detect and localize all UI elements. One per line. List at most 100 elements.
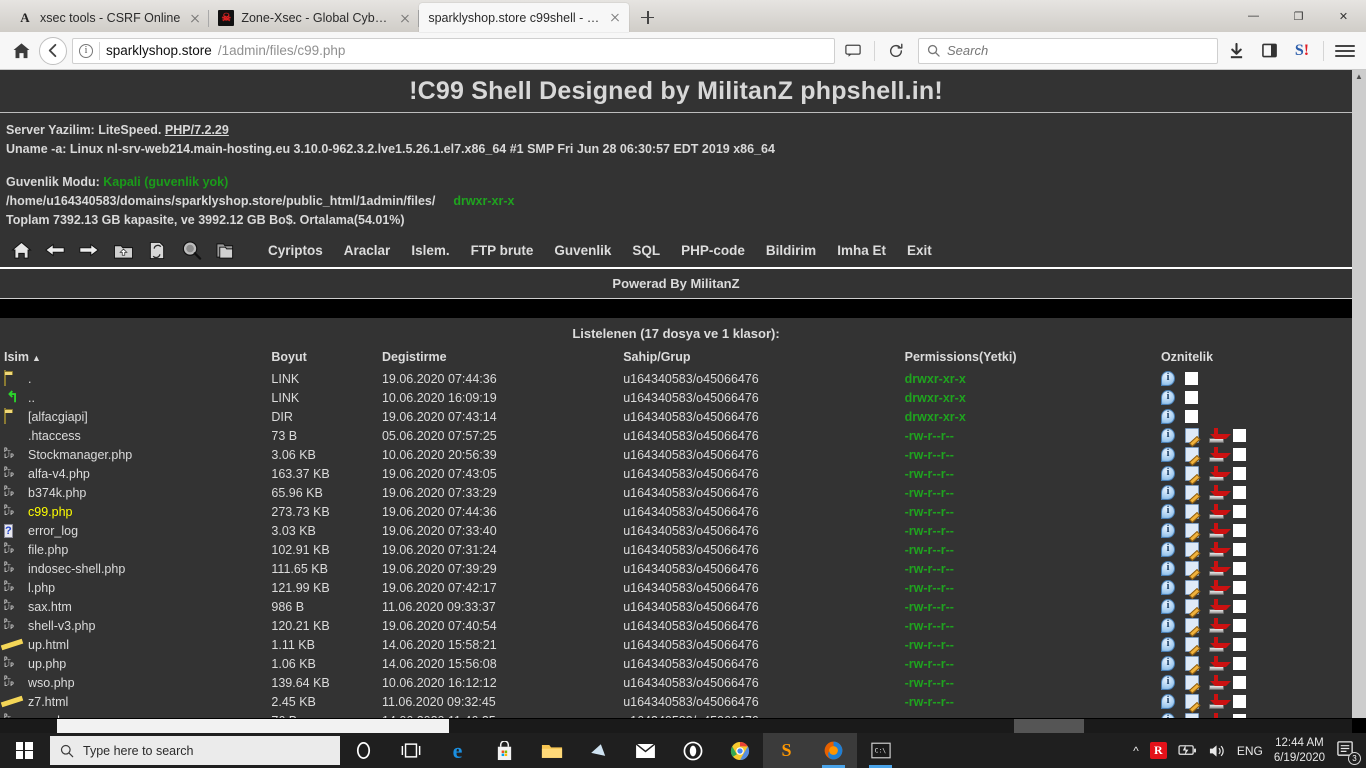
- file-name-link[interactable]: up.php: [28, 657, 66, 671]
- download-file-icon[interactable]: [1208, 561, 1232, 576]
- file-name-link[interactable]: .htaccess: [28, 429, 81, 443]
- scrollbar-thumb[interactable]: [1352, 84, 1366, 644]
- file-name-link[interactable]: c99.php: [28, 505, 72, 519]
- row-checkbox[interactable]: [1232, 581, 1246, 594]
- menu-link-ftp-brute[interactable]: FTP brute: [471, 243, 534, 258]
- browser-tab-1[interactable]: A xsec tools - CSRF Online: [8, 4, 210, 32]
- cell-permissions[interactable]: -rw-r--r--: [905, 502, 1161, 521]
- download-file-icon[interactable]: [1208, 542, 1232, 557]
- download-file-icon[interactable]: [1208, 637, 1232, 652]
- cell-permissions[interactable]: drwxr-xr-x: [905, 388, 1161, 407]
- close-icon[interactable]: [187, 10, 203, 26]
- menu-link-cyriptos[interactable]: Cyriptos: [268, 243, 323, 258]
- cell-permissions[interactable]: -rw-r--r--: [905, 559, 1161, 578]
- maximize-button[interactable]: ❐: [1276, 0, 1321, 32]
- file-name-link[interactable]: shell-v3.php: [28, 619, 95, 633]
- file-name-link[interactable]: z7.html: [28, 695, 68, 709]
- file-info-icon[interactable]: i: [1160, 485, 1175, 500]
- file-name-link[interactable]: wso.php: [28, 676, 75, 690]
- row-checkbox[interactable]: [1232, 505, 1246, 518]
- table-row[interactable]: P┬ L┘P Stockmanager.php 3.06 KB 10.06.2020 2…: [0, 445, 1352, 464]
- edit-file-icon[interactable]: [1184, 580, 1199, 595]
- table-row[interactable]: P┬ L┘P l.php 121.99 KB 19.06.2020 07:42:17 u1…: [0, 578, 1352, 597]
- start-button[interactable]: [0, 733, 48, 768]
- new-tab-button[interactable]: [633, 3, 661, 31]
- cell-permissions[interactable]: -rw-r--r--: [905, 635, 1161, 654]
- scrollbar-thumb[interactable]: [57, 719, 449, 733]
- download-file-icon[interactable]: [1208, 618, 1232, 633]
- edit-file-icon[interactable]: [1184, 523, 1199, 538]
- minimize-button[interactable]: —: [1231, 0, 1276, 32]
- cell-permissions[interactable]: -rw-r--r--: [905, 692, 1161, 711]
- file-info-icon[interactable]: i: [1160, 409, 1175, 424]
- row-checkbox[interactable]: [1232, 562, 1246, 575]
- taskbar-search-input[interactable]: Type here to search: [50, 736, 340, 765]
- edit-file-icon[interactable]: [1184, 599, 1199, 614]
- edit-file-icon[interactable]: [1184, 504, 1199, 519]
- edit-file-icon[interactable]: [1184, 713, 1199, 718]
- file-info-icon[interactable]: i: [1160, 637, 1175, 652]
- menu-link-imha-et[interactable]: Imha Et: [837, 243, 886, 258]
- table-row[interactable]: P┬ L┘P b374k.php 65.96 KB 19.06.2020 07:33:2…: [0, 483, 1352, 502]
- cell-permissions[interactable]: -rw-r--r--: [905, 597, 1161, 616]
- file-info-icon[interactable]: i: [1160, 542, 1175, 557]
- back-arrow-icon[interactable]: [38, 237, 72, 263]
- skype-icon[interactable]: S!: [1287, 37, 1317, 65]
- file-name-link[interactable]: Stockmanager.php: [28, 448, 132, 462]
- notification-center-icon[interactable]: 3: [1336, 740, 1361, 765]
- cell-permissions[interactable]: -rw-r--r--: [905, 426, 1161, 445]
- close-window-button[interactable]: ✕: [1321, 0, 1366, 32]
- php-version-link[interactable]: PHP/7.2.29: [165, 123, 229, 137]
- downloads-icon[interactable]: [1221, 37, 1251, 65]
- file-info-icon[interactable]: i: [1160, 675, 1175, 690]
- download-file-icon[interactable]: [1208, 428, 1232, 443]
- cell-permissions[interactable]: -rw-r--r--: [905, 654, 1161, 673]
- cell-permissions[interactable]: -rw-r--r--: [905, 445, 1161, 464]
- download-file-icon[interactable]: [1208, 447, 1232, 462]
- edit-file-icon[interactable]: [1184, 618, 1199, 633]
- clock[interactable]: 12:44 AM 6/19/2020: [1274, 736, 1325, 766]
- file-info-icon[interactable]: i: [1160, 713, 1175, 718]
- menu-link-sql[interactable]: SQL: [632, 243, 660, 258]
- row-checkbox[interactable]: [1232, 657, 1246, 670]
- home-icon[interactable]: [6, 37, 36, 65]
- row-checkbox[interactable]: [1232, 467, 1246, 480]
- command-prompt-icon[interactable]: C:\: [857, 733, 904, 768]
- cortana-icon[interactable]: [340, 733, 387, 768]
- table-row[interactable]: [alfacgiapi] DIR 19.06.2020 07:43:14 u16434…: [0, 407, 1352, 426]
- download-file-icon[interactable]: [1208, 580, 1232, 595]
- file-info-icon[interactable]: i: [1160, 599, 1175, 614]
- menu-link-araclar[interactable]: Araclar: [344, 243, 391, 258]
- table-row[interactable]: ↰.. LINK 10.06.2020 16:09:19 u164340583/o45…: [0, 388, 1352, 407]
- mail-icon[interactable]: [622, 733, 669, 768]
- file-name-link[interactable]: ..: [28, 391, 35, 405]
- sublime-icon[interactable]: S: [763, 733, 810, 768]
- table-row[interactable]: P┬ L┘P indosec-shell.php 111.65 KB 19.06.202…: [0, 559, 1352, 578]
- close-icon[interactable]: [607, 10, 623, 26]
- task-view-icon[interactable]: [387, 733, 434, 768]
- cell-permissions[interactable]: -rw-r--r--: [905, 521, 1161, 540]
- file-info-icon[interactable]: i: [1160, 504, 1175, 519]
- column-header-owner[interactable]: Sahip/Grup: [623, 348, 904, 369]
- show-hidden-icons-icon[interactable]: ^: [1133, 744, 1139, 758]
- vertical-scrollbar[interactable]: ▲: [1352, 70, 1366, 718]
- reader-view-icon[interactable]: [838, 37, 868, 65]
- download-file-icon[interactable]: [1208, 485, 1232, 500]
- file-info-icon[interactable]: i: [1160, 466, 1175, 481]
- horizontal-scrollbar[interactable]: [0, 719, 1352, 733]
- file-explorer-icon[interactable]: [528, 733, 575, 768]
- store-icon[interactable]: [481, 733, 528, 768]
- file-name-link[interactable]: l.php: [28, 581, 55, 595]
- column-header-name[interactable]: Isim ▲: [0, 348, 271, 369]
- cell-permissions[interactable]: -rw-r--r--: [905, 483, 1161, 502]
- table-row[interactable]: ? error_log 3.03 KB 19.06.2020 07:33:40 u164…: [0, 521, 1352, 540]
- edit-file-icon[interactable]: [1184, 447, 1199, 462]
- row-checkbox[interactable]: [1232, 429, 1246, 442]
- forward-arrow-icon[interactable]: [72, 237, 106, 263]
- search-folder-icon[interactable]: [174, 237, 208, 263]
- column-header-mtime[interactable]: Degistirme: [382, 348, 623, 369]
- table-row[interactable]: .htaccess 73 B 05.06.2020 07:57:25 u1643405…: [0, 426, 1352, 445]
- edit-file-icon[interactable]: [1184, 656, 1199, 671]
- onedrive-icon[interactable]: [575, 733, 622, 768]
- row-checkbox[interactable]: [1184, 410, 1198, 423]
